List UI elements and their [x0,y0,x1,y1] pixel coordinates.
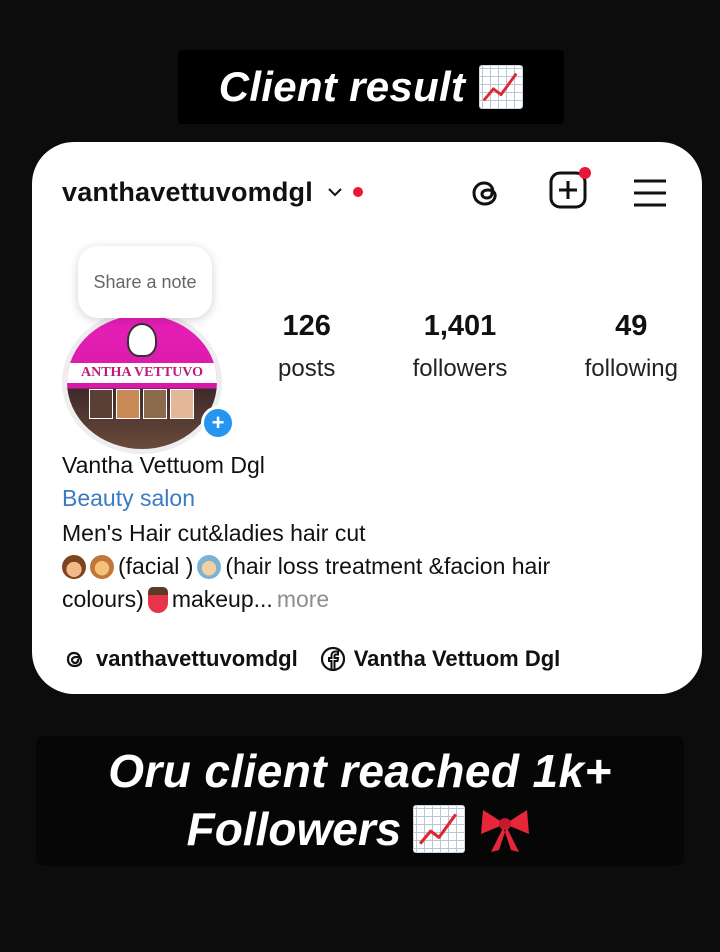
avatar-ring: ANTHA VETTUVO [62,310,222,454]
link-label: vanthavettuvomdgl [96,646,298,671]
profile-bio: Vantha Vettuom Dgl Beauty salon Men's Ha… [62,452,672,613]
bio-line: colours) makeup... more [62,586,672,613]
top-banner: Client result [178,50,564,124]
hamburger-menu-icon[interactable] [630,173,670,213]
chart-increasing-icon [479,65,524,109]
profile-links: vanthavettuvomdgl Vantha Vettuom Dgl [62,646,560,672]
dancer-emoji-icon [147,586,168,613]
create-notification-dot [579,167,591,179]
bottom-banner-line2-row: Followers [36,802,684,856]
profile-avatar[interactable]: ANTHA VETTUVO + [62,310,235,456]
bio-text: colours) [62,586,144,612]
profile-stats: 126 posts 1,401 followers 49 following [278,310,678,383]
profile-name: Vantha Vettuom Dgl [62,452,265,478]
bio-text: makeup... [171,586,273,612]
hairdresser-emoji-icon [62,554,86,579]
face-massage-emoji-icon [90,554,114,579]
avatar-photo-tiles [89,389,194,419]
avatar-image: ANTHA VETTUVO [67,315,217,449]
facebook-profile-link[interactable]: Vantha Vettuom Dgl [320,646,561,672]
facebook-icon [320,646,345,672]
account-switcher-username[interactable]: vanthavettuvomdgl [62,177,313,208]
bottom-banner: Oru client reached 1k+ Followers [36,736,684,866]
stat-posts[interactable]: 126 posts [278,310,335,383]
avatar-logo [127,323,157,357]
profile-header: vanthavettuvomdgl [62,167,670,215]
bio-line: (facial ) (hair loss treatment &facion h… [62,553,672,580]
ribbon-bow-icon [481,810,530,852]
top-banner-text: Client result [218,63,466,110]
stat-label: following [584,355,678,382]
stat-value: 49 [615,310,648,342]
profile-category[interactable]: Beauty salon [62,485,672,512]
stat-followers[interactable]: 1,401 followers [413,310,508,383]
threads-icon[interactable] [466,173,506,213]
chart-increasing-icon [413,805,466,853]
create-button[interactable] [548,167,591,215]
bio-line: Men's Hair cut&ladies hair cut [62,520,366,546]
threads-profile-link[interactable]: vanthavettuvomdgl [62,646,298,672]
stat-label: followers [412,355,508,382]
threads-icon [66,651,83,668]
stat-following[interactable]: 49 following [585,310,678,383]
bottom-banner-line2: Followers [186,803,402,855]
bio-text: (facial ) [118,553,194,579]
chevron-down-icon[interactable] [327,184,343,200]
bio-more-link[interactable]: more [277,586,329,613]
stat-label: posts [278,355,336,382]
avatar-brand-text: ANTHA VETTUVO [67,363,217,383]
stat-value: 1,401 [423,310,497,342]
notification-dot [352,187,363,197]
header-actions [466,167,670,215]
profile-card: vanthavettuvomdgl ANTHA VETTUVO + Share … [32,142,702,694]
stat-value: 126 [282,310,331,342]
share-note-bubble[interactable]: Share a note [78,246,212,318]
add-story-button[interactable]: + [201,406,235,440]
link-label: Vantha Vettuom Dgl [353,646,561,671]
bottom-banner-line1: Oru client reached 1k+ [108,745,612,797]
bio-text: (hair loss treatment &facion hair [225,553,551,579]
person-emoji-icon [197,554,222,579]
